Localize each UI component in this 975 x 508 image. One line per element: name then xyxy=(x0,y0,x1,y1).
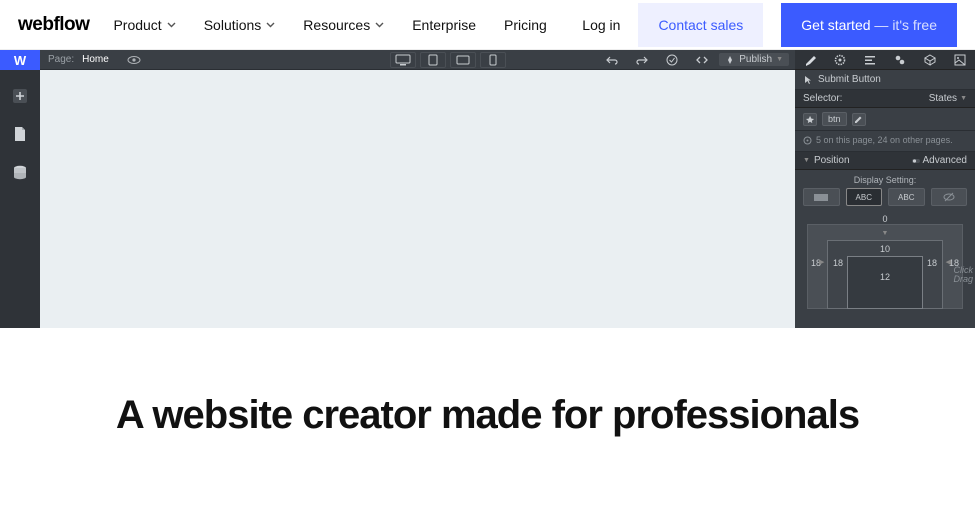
display-setting-buttons: ABC ABC xyxy=(795,188,975,214)
get-started-button[interactable]: Get started — it's free xyxy=(781,3,957,47)
left-rail: W xyxy=(0,50,40,328)
toolbar-left: Page: Home xyxy=(40,54,141,65)
headline-section: A website creator made for professionals xyxy=(0,328,975,478)
style-panel: Submit Button Selector: States ▼ btn 5 o… xyxy=(795,50,975,328)
nav-product[interactable]: Product xyxy=(113,17,175,33)
submit-button-label: Submit Button xyxy=(818,74,881,85)
selector-count: 5 on this page, 24 on other pages. xyxy=(795,131,975,152)
selector-row: btn xyxy=(795,108,975,131)
assets-icon[interactable] xyxy=(949,52,971,68)
nav-solutions[interactable]: Solutions xyxy=(204,17,276,33)
cms-icon[interactable] xyxy=(8,160,32,184)
caret-down-icon: ▼ xyxy=(803,157,810,164)
arrow-down-icon: ▼ xyxy=(882,230,889,237)
chevron-down-icon: ▼ xyxy=(776,56,783,63)
margin-top-value[interactable]: 0 xyxy=(882,214,887,224)
padding-bottom-value[interactable]: 12 xyxy=(880,272,890,282)
gear-icon[interactable] xyxy=(829,52,851,68)
padding-top-value[interactable]: 10 xyxy=(880,244,890,254)
nav-enterprise[interactable]: Enterprise xyxy=(412,17,476,33)
viewport-mobile-icon[interactable] xyxy=(480,52,506,68)
code-icon[interactable] xyxy=(689,52,715,68)
redo-icon[interactable] xyxy=(629,52,655,68)
padding-left-value[interactable]: 18 xyxy=(833,258,843,268)
get-started-main: Get started xyxy=(801,17,870,33)
class-chip[interactable]: btn xyxy=(822,112,847,126)
preview-icon[interactable] xyxy=(127,55,141,65)
page-label: Page: xyxy=(48,54,74,65)
display-inline-block-button[interactable]: ABC xyxy=(846,188,883,206)
designer-editor: W Page: Home xyxy=(0,50,975,328)
hint-annotation: Click Drag xyxy=(953,266,973,284)
brush-icon[interactable] xyxy=(799,52,821,68)
align-icon[interactable] xyxy=(859,52,881,68)
publish-button[interactable]: Publish ▼ xyxy=(719,53,789,66)
selector-header: Selector: States ▼ xyxy=(795,90,975,108)
chevron-down-icon xyxy=(167,22,176,28)
webflow-brand-icon[interactable]: W xyxy=(0,50,40,70)
viewport-tablet-icon[interactable] xyxy=(420,52,446,68)
box-model[interactable]: 0 10 12 18 18 18 18 ▼ ▶ ◀ Click Drag xyxy=(795,214,975,309)
display-none-button[interactable] xyxy=(931,188,968,206)
canvas[interactable] xyxy=(40,70,795,328)
nav-pricing[interactable]: Pricing xyxy=(504,17,547,33)
check-icon[interactable] xyxy=(659,52,685,68)
nav-resources-label: Resources xyxy=(303,17,370,33)
undo-icon[interactable] xyxy=(599,52,625,68)
submit-button-selection: Submit Button xyxy=(795,70,975,90)
toolbar-right: Publish ▼ xyxy=(599,52,795,68)
viewport-landscape-icon[interactable] xyxy=(450,52,476,68)
contact-sales-button[interactable]: Contact sales xyxy=(638,3,763,47)
states-label[interactable]: States xyxy=(929,93,957,104)
selector-count-text: 5 on this page, 24 on other pages. xyxy=(816,135,953,145)
pages-icon[interactable] xyxy=(8,122,32,146)
nav-pricing-label: Pricing xyxy=(504,17,547,33)
display-inline-button[interactable]: ABC xyxy=(888,188,925,206)
nav-product-label: Product xyxy=(113,17,161,33)
interactions-icon[interactable] xyxy=(889,52,911,68)
editor-toolbar: Page: Home Publish ▼ xyxy=(40,50,795,70)
advanced-toggle-icon xyxy=(912,157,920,165)
padding-right-value[interactable]: 18 xyxy=(927,258,937,268)
canvas-wrap: Page: Home Publish ▼ xyxy=(40,50,795,328)
add-element-icon[interactable] xyxy=(8,84,32,108)
advanced-label[interactable]: Advanced xyxy=(923,155,967,166)
style-panel-tabs xyxy=(795,50,975,70)
publish-label: Publish xyxy=(739,54,772,65)
rocket-icon xyxy=(725,55,735,65)
login-link[interactable]: Log in xyxy=(564,3,638,47)
selector-label: Selector: xyxy=(803,93,842,104)
nav-solutions-label: Solutions xyxy=(204,17,262,33)
nav-links: Product Solutions Resources Enterprise P… xyxy=(113,17,564,33)
chevron-down-icon xyxy=(266,22,275,28)
viewport-buttons xyxy=(390,52,506,68)
chevron-down-icon xyxy=(375,22,384,28)
edit-class-icon[interactable] xyxy=(852,113,866,126)
viewport-desktop-icon[interactable] xyxy=(390,52,416,68)
hint-drag: Drag xyxy=(953,274,973,284)
nav-enterprise-label: Enterprise xyxy=(412,17,476,33)
nav-resources[interactable]: Resources xyxy=(303,17,384,33)
get-started-sub: it's free xyxy=(892,17,937,33)
logo[interactable]: webflow xyxy=(18,14,89,36)
cube-icon[interactable] xyxy=(919,52,941,68)
page-headline: A website creator made for professionals xyxy=(20,392,955,438)
target-icon xyxy=(803,136,812,145)
page-name[interactable]: Home xyxy=(82,54,109,65)
get-started-sep: — xyxy=(871,17,893,33)
cursor-icon xyxy=(803,75,813,85)
chevron-down-icon: ▼ xyxy=(960,95,967,102)
arrow-right-icon: ▶ xyxy=(819,258,824,266)
auth-links: Log in Contact sales Get started — it's … xyxy=(564,3,957,47)
box-padding[interactable] xyxy=(847,256,923,309)
position-label: Position xyxy=(814,155,850,166)
display-block-button[interactable] xyxy=(803,188,840,206)
display-setting-label: Display Setting: xyxy=(795,170,975,188)
top-nav: webflow Product Solutions Resources Ente… xyxy=(0,0,975,50)
arrow-left-icon: ◀ xyxy=(946,258,951,266)
all-classes-chip[interactable] xyxy=(803,113,817,126)
position-section-header[interactable]: ▼ Position Advanced xyxy=(795,152,975,170)
